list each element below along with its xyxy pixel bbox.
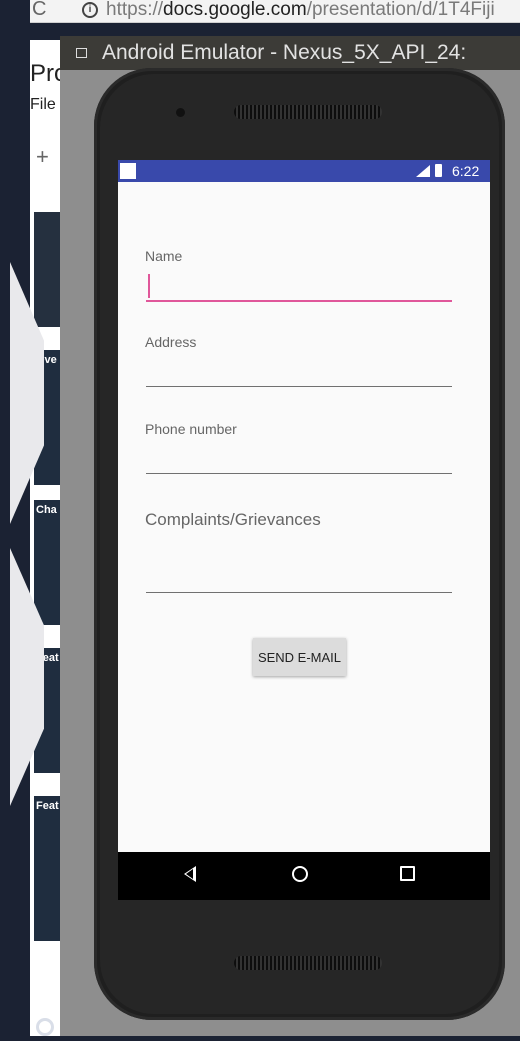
window-icon <box>76 48 87 58</box>
top-speaker <box>234 105 382 119</box>
complaints-label: Complaints/Grievances <box>145 510 321 529</box>
file-menu[interactable]: File <box>30 96 56 114</box>
send-email-button[interactable]: SEND E-MAIL <box>253 638 346 676</box>
recents-icon[interactable] <box>400 866 415 881</box>
name-label: Name <box>145 248 183 264</box>
battery-icon <box>435 164 442 177</box>
bottom-speaker <box>234 956 382 970</box>
navigation-bar <box>118 852 490 900</box>
text-cursor <box>148 274 150 298</box>
info-icon[interactable]: i <box>82 2 98 18</box>
notification-icon <box>120 163 136 179</box>
add-icon[interactable]: + <box>36 144 49 170</box>
home-icon[interactable] <box>292 866 308 882</box>
url-text[interactable]: https://docs.google.com/presentation/d/1… <box>106 0 495 21</box>
signal-icon <box>416 165 430 177</box>
status-bar: 6:22 <box>118 160 490 182</box>
phone-number-label: Phone number <box>145 421 237 437</box>
phone-screen: 6:22 Name Address Phone number Complaint… <box>118 160 490 900</box>
browser-address-bar[interactable]: C i https://docs.google.com/presentation… <box>30 0 520 23</box>
phone-number-field[interactable] <box>146 443 452 474</box>
address-label: Address <box>145 334 197 350</box>
complaints-field[interactable] <box>146 562 452 593</box>
camera-icon <box>176 108 185 117</box>
back-icon[interactable] <box>184 866 196 882</box>
name-field[interactable] <box>146 270 452 302</box>
window-title: Android Emulator - Nexus_5X_API_24: <box>102 41 467 64</box>
status-time: 6:22 <box>452 163 480 179</box>
address-field[interactable] <box>146 356 452 387</box>
emulator-title-bar[interactable]: Android Emulator - Nexus_5X_API_24: <box>60 36 520 70</box>
dot-icon <box>36 1018 54 1036</box>
reload-icon[interactable]: C <box>32 0 46 21</box>
